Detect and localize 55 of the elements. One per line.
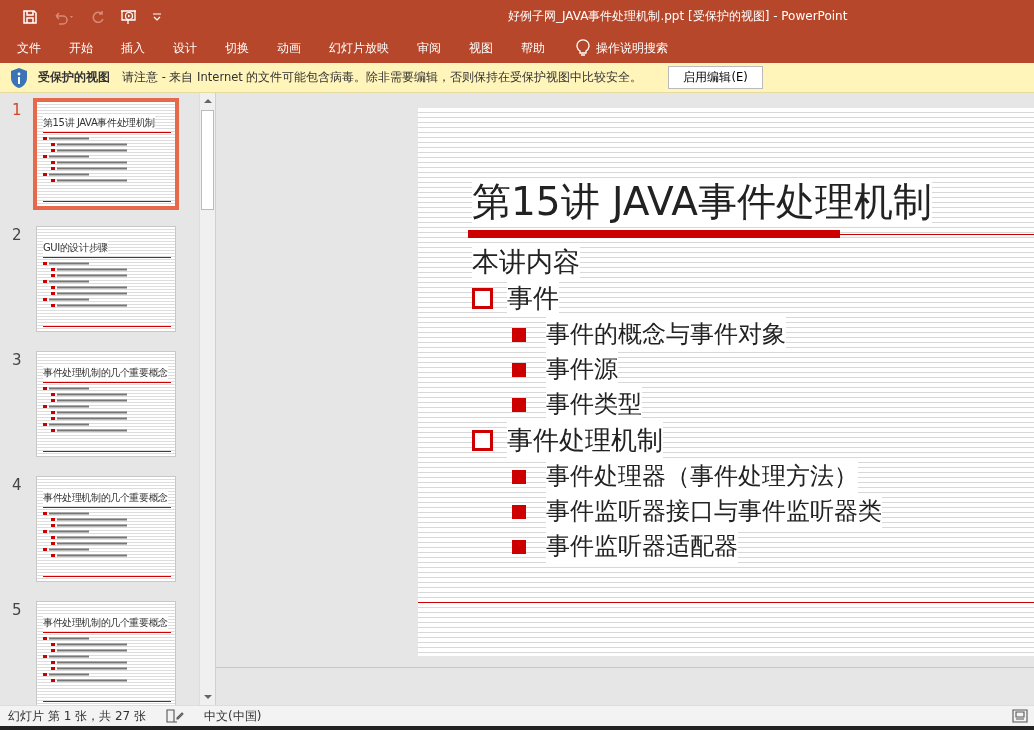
slide-number: 5 [11, 601, 23, 619]
slide-thumbnail[interactable]: GUI的设计步骤 [36, 226, 176, 332]
slide-subtitle: 本讲内容 [472, 244, 580, 280]
square-bullet-icon [512, 362, 526, 377]
protected-view-message: 请注意 - 来自 Internet 的文件可能包含病毒。除非需要编辑，否则保持在受保护视图中比较安全。 [122, 70, 643, 85]
slide-number: 4 [11, 476, 23, 494]
bullet-text: 事件监听器接口与事件监听器类 [546, 494, 882, 529]
square-bullet-icon [512, 469, 526, 484]
thumbnail-title: 事件处理机制的几个重要概念 [43, 366, 168, 380]
ribbon-tab[interactable]: 幻灯片放映 [320, 39, 398, 57]
slide-thumbnail[interactable]: 事件处理机制的几个重要概念 [36, 351, 176, 457]
slide-number: 1 [11, 101, 23, 119]
slide-number: 2 [11, 226, 23, 244]
thumbnail-title: 第15讲 JAVA事件处理机制 [43, 116, 155, 130]
window-title: 好例子网_JAVA事件处理机制.ppt [受保护的视图] - PowerPoint [508, 8, 848, 25]
customize-caret-icon[interactable] [152, 12, 162, 21]
hollow-square-bullet-icon [472, 288, 493, 309]
scroll-thumb[interactable] [201, 110, 214, 210]
notes-icon[interactable] [166, 709, 184, 723]
ribbon-tab[interactable]: 切换 [216, 39, 258, 57]
bullet-text: 事件处理机制 [507, 422, 663, 459]
ribbon-tab[interactable]: 文件 [8, 39, 50, 57]
tell-me-search[interactable]: 操作说明搜索 [590, 39, 677, 57]
bullet-text: 事件监听器适配器 [546, 529, 738, 564]
slideshow-icon[interactable] [120, 8, 138, 25]
bullet-text: 事件处理器（事件处理方法） [546, 459, 858, 494]
ribbon-tab[interactable]: 帮助 [512, 39, 554, 57]
language-indicator[interactable]: 中文(中国) [204, 707, 262, 725]
lightbulb-icon [576, 39, 590, 57]
slide-number: 3 [11, 351, 23, 369]
slide-count: 幻灯片 第 1 张，共 27 张 [8, 707, 146, 725]
square-bullet-icon [512, 327, 526, 342]
ribbon-tab[interactable]: 设计 [164, 39, 206, 57]
ribbon-tab[interactable]: 审阅 [408, 39, 450, 57]
ribbon-tab[interactable]: 开始 [60, 39, 102, 57]
square-bullet-icon [512, 539, 526, 554]
shield-info-icon [10, 66, 28, 89]
scrollbar[interactable] [199, 93, 215, 705]
slide-thumbnail[interactable]: 第15讲 JAVA事件处理机制 [36, 101, 176, 207]
hollow-square-bullet-icon [472, 430, 493, 451]
protected-view-title: 受保护的视图 [38, 69, 110, 86]
ribbon-tab[interactable]: 插入 [112, 39, 154, 57]
enable-editing-button[interactable]: 启用编辑(E) [668, 66, 763, 89]
save-icon[interactable] [22, 8, 38, 25]
slide-title: 第15讲 JAVA事件处理机制 [472, 180, 932, 224]
square-bullet-icon [512, 504, 526, 519]
thumbnail-title: 事件处理机制的几个重要概念 [43, 491, 168, 505]
slide-thumbnail[interactable]: 事件处理机制的几个重要概念 [36, 601, 176, 705]
square-bullet-icon [512, 397, 526, 412]
normal-view-icon[interactable] [1012, 709, 1028, 723]
thumbnail-title: GUI的设计步骤 [43, 241, 108, 255]
thumbnail-title: 事件处理机制的几个重要概念 [43, 616, 168, 630]
slide-thumbnail[interactable]: 事件处理机制的几个重要概念 [36, 476, 176, 582]
ribbon-tab[interactable]: 动画 [268, 39, 310, 57]
ribbon-tab[interactable]: 视图 [460, 39, 502, 57]
